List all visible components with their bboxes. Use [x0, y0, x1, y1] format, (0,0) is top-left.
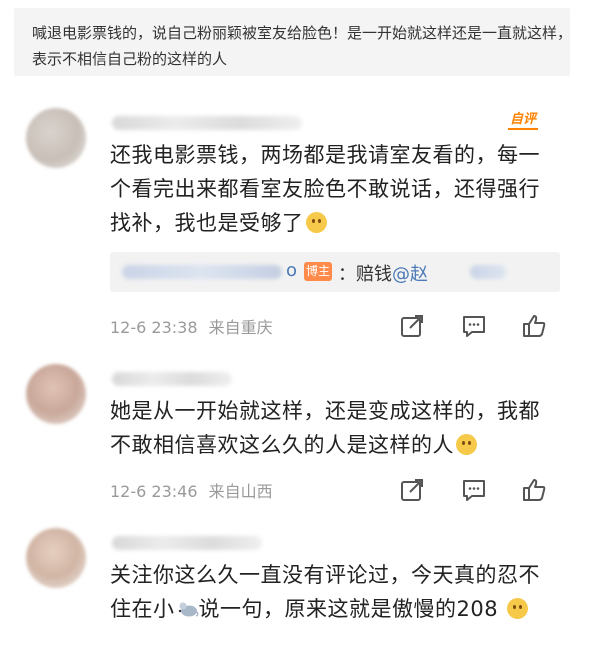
- comment-actions: [398, 476, 548, 504]
- comment-text: 她是从一开始就这样，还是变成这样的，我都不敢相信喜欢这么久的人是这样的人: [110, 394, 560, 462]
- avatar[interactable]: [26, 108, 86, 168]
- mouse-emoji-icon: [178, 602, 199, 617]
- username-blurred[interactable]: [112, 536, 262, 550]
- username-blurred[interactable]: [112, 116, 302, 130]
- avatar[interactable]: [26, 528, 86, 588]
- like-icon[interactable]: [520, 312, 548, 340]
- reply-text-prefix: ：赔钱: [338, 264, 392, 285]
- crying-emoji-icon: [456, 434, 477, 455]
- blogger-badge: 博主: [304, 262, 332, 281]
- comment-time: 12-6 23:46: [110, 482, 198, 501]
- author-reply-tag: 自评: [507, 112, 538, 130]
- comment-meta: 12-6 23:38 来自重庆: [110, 314, 273, 338]
- smile-emoji-icon: [305, 212, 327, 233]
- comment-actions: [398, 312, 548, 340]
- share-icon[interactable]: [398, 476, 426, 504]
- avatar[interactable]: [26, 364, 86, 424]
- comment-text-part2: 说一句，原来这就是傲慢的208: [198, 597, 499, 621]
- reply-mention-blurred: [470, 265, 506, 279]
- reply-username-suffix: o: [286, 260, 298, 281]
- comment-meta: 12-6 23:46 来自山西: [110, 478, 273, 502]
- like-icon[interactable]: [520, 476, 548, 504]
- share-icon[interactable]: [398, 312, 426, 340]
- comment-time: 12-6 23:38: [110, 318, 198, 337]
- comment-icon[interactable]: [460, 476, 488, 504]
- comment-location: 来自重庆: [208, 318, 273, 337]
- comment-text: 还我电影票钱，两场都是我请室友看的，每一个看完出来都看室友脸色不敢说话，还得强行…: [110, 138, 560, 240]
- comment-icon[interactable]: [460, 312, 488, 340]
- post-text: 喊退电影票钱的，说自己粉丽颖被室友给脸色！是一开始就这样还是一直就这样，表示不相…: [32, 24, 573, 68]
- username-blurred[interactable]: [112, 372, 232, 386]
- comment-location: 来自山西: [208, 482, 273, 501]
- reply-preview[interactable]: o 博主 ：赔钱@赵: [110, 252, 560, 292]
- reply-mention[interactable]: @赵: [392, 264, 428, 285]
- comment-text: 关注你这么久一直没有评论过，今天真的忍不住在小 说一句，原来这就是傲慢的208: [110, 558, 560, 626]
- reply-username-blurred: [122, 265, 282, 279]
- smile-emoji-icon: [507, 598, 529, 619]
- reply-text: ：赔钱@赵: [338, 260, 428, 286]
- quoted-post: 喊退电影票钱的，说自己粉丽颖被室友给脸色！是一开始就这样还是一直就这样，表示不相…: [14, 8, 573, 76]
